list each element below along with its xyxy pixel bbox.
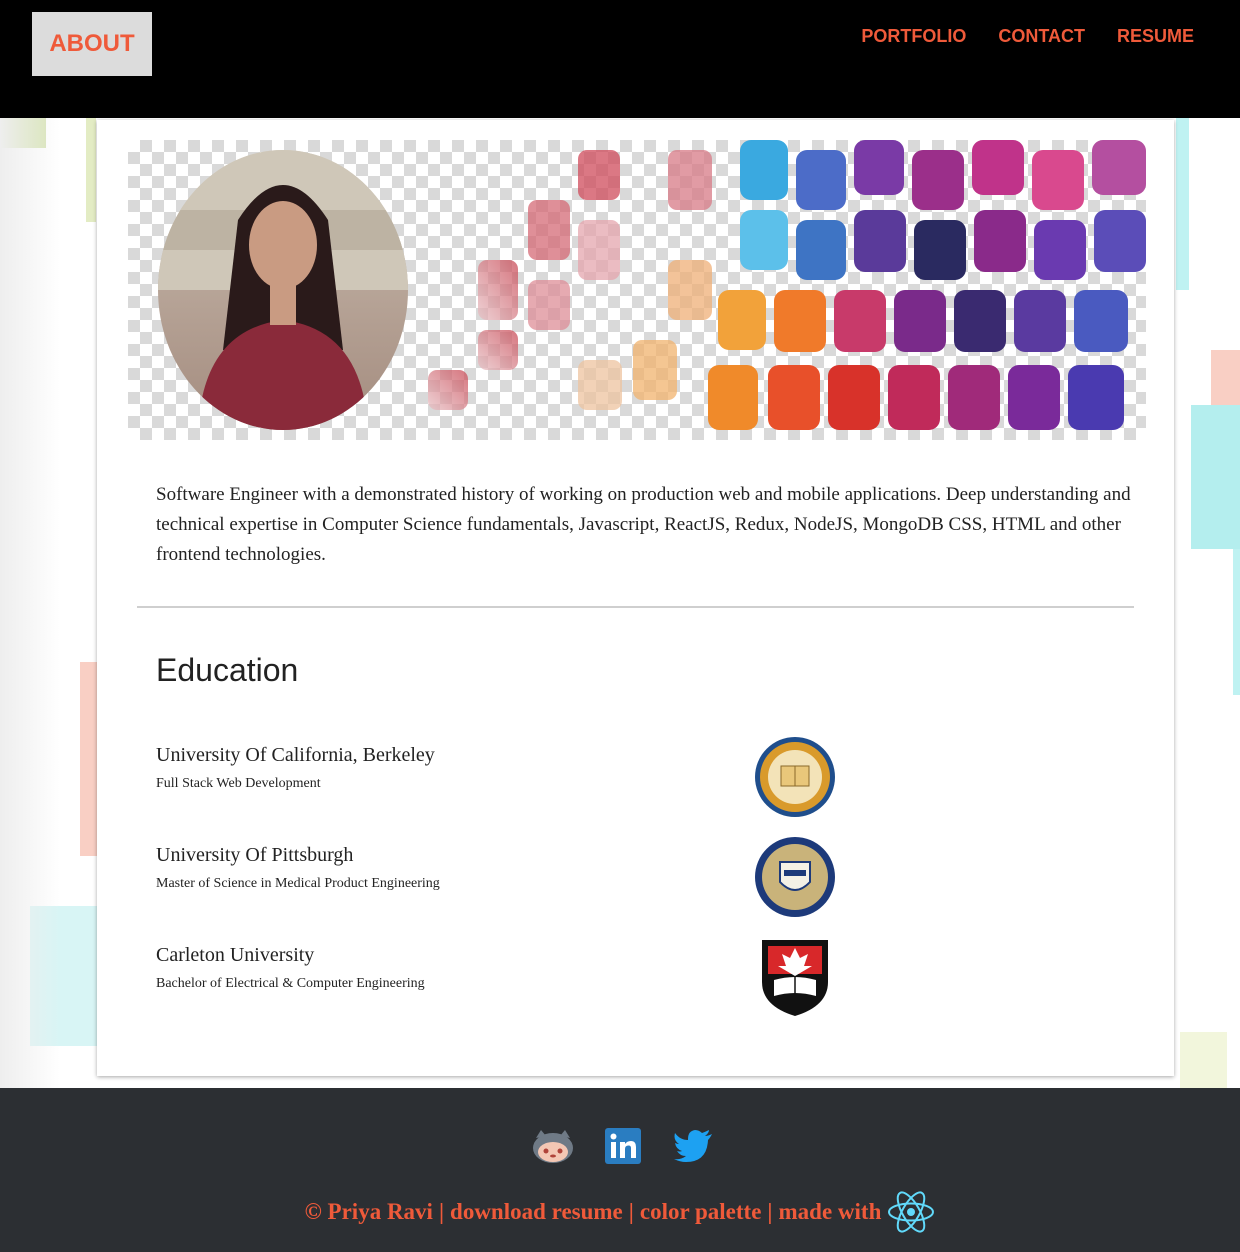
footer-separator: | <box>628 1199 634 1224</box>
degree-name: Master of Science in Medical Product Eng… <box>156 876 440 891</box>
school-name: University Of Pittsburgh <box>156 844 354 866</box>
nav-links: PORTFOLIO CONTACT RESUME <box>861 26 1194 47</box>
education-item: University Of Pittsburgh Master of Scien… <box>156 837 1116 934</box>
education-item: University Of California, Berkeley Full … <box>156 737 1116 834</box>
bio-text: Software Engineer with a demonstrated hi… <box>156 484 1131 565</box>
github-icon[interactable] <box>533 1128 573 1164</box>
footer-credits: © Priya Ravi | download resume | color p… <box>0 1190 1240 1234</box>
carleton-shield-icon <box>762 940 828 1016</box>
social-links <box>533 1128 713 1164</box>
school-name: Carleton University <box>156 944 315 966</box>
download-resume-link[interactable]: download resume <box>450 1199 623 1225</box>
nav-link-contact[interactable]: CONTACT <box>998 26 1085 47</box>
about-nav-button[interactable]: ABOUT <box>32 12 152 76</box>
uc-berkeley-seal-icon <box>755 737 835 817</box>
bg-fade <box>0 118 60 1088</box>
profile-banner-image <box>128 140 1146 440</box>
school-name: University Of California, Berkeley <box>156 744 435 766</box>
degree-name: Bachelor of Electrical & Computer Engine… <box>156 976 425 991</box>
education-heading: Education <box>156 652 299 688</box>
bg-decor-block <box>1191 405 1240 549</box>
bg-decor-block <box>1233 549 1240 695</box>
footer-separator: | <box>767 1199 773 1224</box>
copyright-text: © Priya Ravi <box>304 1199 433 1224</box>
linkedin-icon[interactable] <box>603 1128 643 1164</box>
footer-separator: | <box>438 1199 445 1224</box>
pitt-seal-icon <box>755 837 835 917</box>
bg-decor-block <box>1176 118 1189 290</box>
education-item: Carleton University Bachelor of Electric… <box>156 940 1116 1034</box>
about-card: Software Engineer with a demonstrated hi… <box>97 120 1174 1076</box>
site-footer: © Priya Ravi | download resume | color p… <box>0 1088 1240 1252</box>
color-palette-link[interactable]: color palette <box>640 1199 762 1225</box>
bg-decor-block <box>80 662 97 856</box>
nav-link-portfolio[interactable]: PORTFOLIO <box>861 26 966 47</box>
profile-avatar <box>158 150 408 430</box>
twitter-icon[interactable] <box>673 1128 713 1164</box>
nav-link-resume[interactable]: RESUME <box>1117 26 1194 47</box>
section-divider <box>137 606 1134 608</box>
degree-name: Full Stack Web Development <box>156 776 321 791</box>
bg-decor-block <box>1180 1032 1227 1088</box>
made-with-text: made with <box>778 1199 882 1224</box>
bg-decor-block <box>86 118 96 222</box>
person-photo-graphic <box>158 150 408 430</box>
top-navbar: ABOUT PORTFOLIO CONTACT RESUME <box>0 0 1240 118</box>
react-icon <box>888 1191 935 1233</box>
